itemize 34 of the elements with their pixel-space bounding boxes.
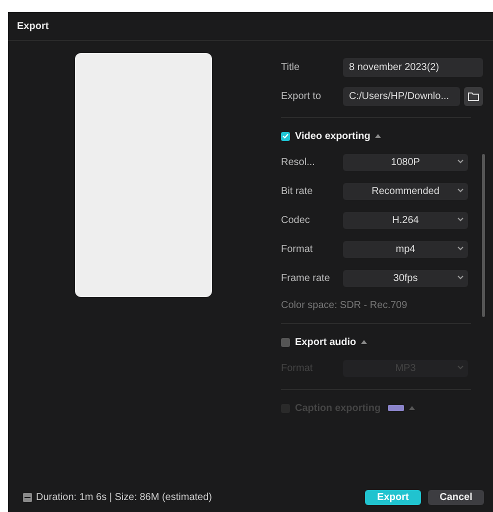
chevron-down-icon: [457, 246, 464, 251]
folder-button[interactable]: [464, 87, 483, 106]
title-field[interactable]: 8 november 2023(2): [343, 58, 483, 77]
checkbox[interactable]: [281, 132, 290, 140]
status-text: Duration: 1m 6s | Size: 86M (estimated): [36, 492, 213, 502]
field-label: Resol...: [281, 157, 316, 168]
dropdown[interactable]: mp4: [343, 241, 468, 258]
path-field[interactable]: C:/Users/HP/Downlo...: [343, 87, 460, 106]
caret-up-icon[interactable]: [361, 340, 368, 344]
field-label: Frame rate: [281, 273, 331, 284]
field-label: Bit rate: [281, 186, 314, 197]
field-label: Codec: [281, 215, 311, 226]
checkbox[interactable]: [281, 338, 290, 346]
dropdown[interactable]: H.264: [343, 212, 468, 229]
chevron-down-icon: [457, 365, 464, 370]
dialog-title: Export: [17, 20, 49, 32]
dropdown[interactable]: 30fps: [343, 270, 468, 287]
folder-icon: [468, 92, 479, 101]
section-title: Export audio: [295, 336, 356, 348]
section-title: Video exporting: [295, 130, 370, 142]
chevron-down-icon: [457, 159, 464, 164]
caret-up-icon[interactable]: [375, 134, 382, 138]
chevron-down-icon: [457, 275, 464, 280]
field-label: Format: [281, 244, 314, 255]
scrollbar[interactable]: [482, 154, 485, 317]
dropdown[interactable]: 1080P: [343, 154, 468, 171]
cancel-button[interactable]: Cancel: [428, 490, 484, 504]
color-space-note: Color space: SDR - Rec.709: [281, 300, 408, 310]
dropdown[interactable]: Recommended: [343, 183, 468, 200]
film-icon: [23, 492, 32, 502]
field-label: Title: [281, 62, 301, 73]
field-label: Export to: [281, 91, 322, 102]
chevron-down-icon: [457, 188, 464, 193]
chevron-down-icon: [457, 217, 464, 222]
